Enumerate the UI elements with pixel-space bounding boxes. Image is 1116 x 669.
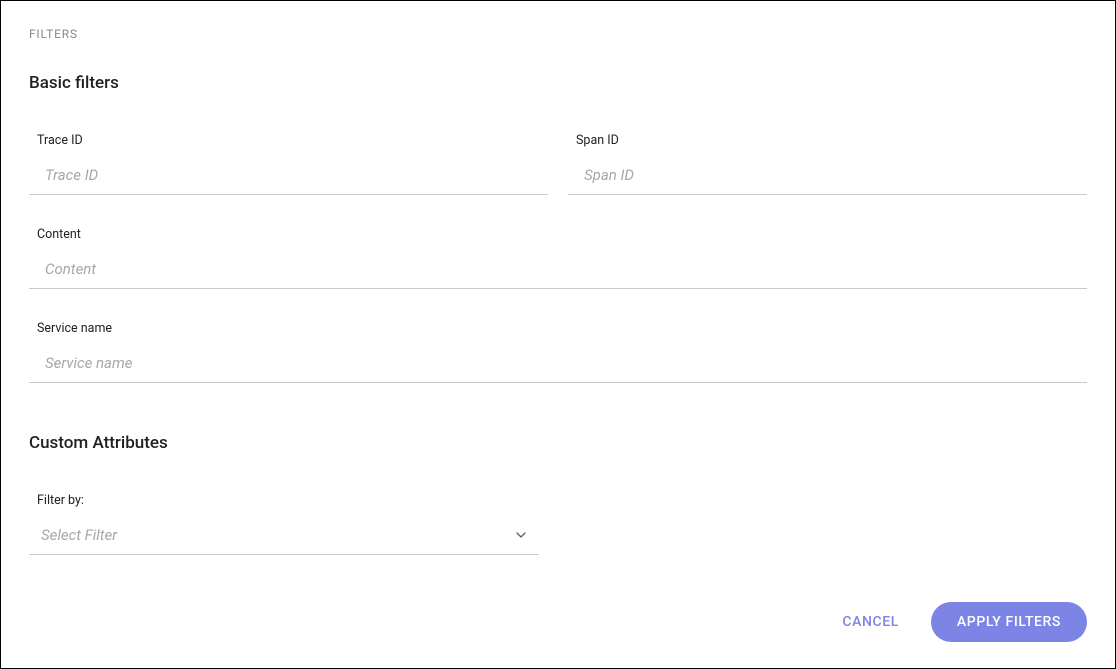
apply-filters-button[interactable]: APPLY FILTERS	[931, 602, 1087, 642]
trace-id-input[interactable]	[29, 158, 548, 195]
panel-eyebrow: FILTERS	[29, 27, 1087, 41]
field-content: Content	[29, 227, 1087, 289]
cancel-button[interactable]: CANCEL	[838, 606, 903, 638]
chevron-down-icon	[515, 529, 527, 541]
filter-by-label: Filter by:	[37, 493, 539, 508]
service-name-label: Service name	[37, 321, 1087, 336]
row-content: Content	[29, 227, 1087, 289]
field-service-name: Service name	[29, 321, 1087, 383]
span-id-input[interactable]	[568, 158, 1087, 195]
custom-attributes-heading: Custom Attributes	[29, 433, 1087, 453]
filter-by-select[interactable]: Select Filter	[29, 518, 539, 555]
field-span-id: Span ID	[568, 133, 1087, 195]
row-service-name: Service name	[29, 321, 1087, 383]
field-filter-by: Filter by: Select Filter	[29, 493, 539, 555]
row-filter-by: Filter by: Select Filter	[29, 493, 1087, 555]
filters-panel: FILTERS Basic filters Trace ID Span ID C…	[1, 1, 1115, 668]
basic-filters-heading: Basic filters	[29, 73, 1087, 93]
service-name-input[interactable]	[29, 346, 1087, 383]
actions-bar: CANCEL APPLY FILTERS	[838, 602, 1087, 642]
span-id-label: Span ID	[576, 133, 1087, 148]
filter-by-placeholder: Select Filter	[41, 526, 117, 544]
field-trace-id: Trace ID	[29, 133, 548, 195]
row-trace-span: Trace ID Span ID	[29, 133, 1087, 195]
content-label: Content	[37, 227, 1087, 242]
content-input[interactable]	[29, 252, 1087, 289]
trace-id-label: Trace ID	[37, 133, 548, 148]
